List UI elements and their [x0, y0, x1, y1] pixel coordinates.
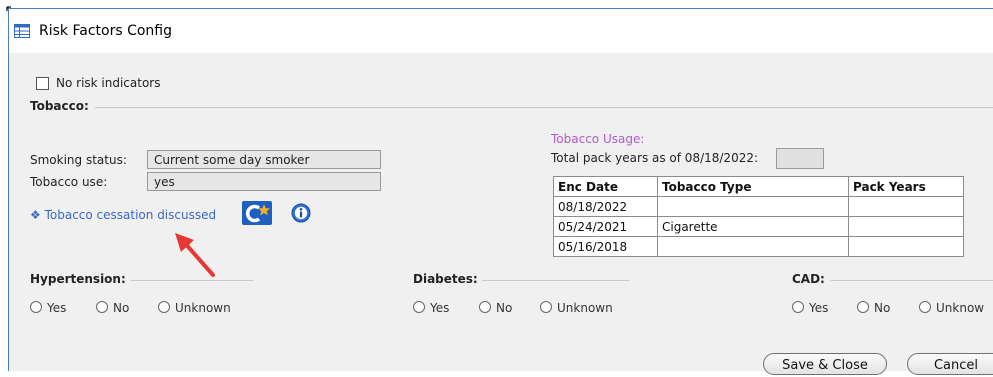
tobacco-use-field[interactable]: yes: [147, 172, 381, 191]
diamond-bullet-icon: ❖: [30, 208, 41, 222]
tobacco-divider: [95, 107, 993, 108]
radio-circle-icon: [792, 301, 804, 313]
radio-label: Unknown: [175, 301, 231, 315]
tobacco-use-label: Tobacco use:: [30, 175, 108, 189]
dialog-body: No risk indicators Tobacco: Smoking stat…: [9, 53, 993, 375]
save-close-button[interactable]: Save & Close: [763, 353, 887, 375]
title-bar: Risk Factors Config: [9, 9, 993, 53]
radio-circle-icon: [158, 301, 170, 313]
tobacco-usage-heading: Tobacco Usage:: [551, 132, 645, 146]
background-strip: [0, 0, 993, 4]
radio-circle-icon: [479, 301, 491, 313]
table-row[interactable]: 05/16/2018: [553, 236, 964, 257]
cad-label: CAD:: [792, 272, 825, 286]
diabetes-yes-radio[interactable]: Yes: [413, 301, 449, 315]
radio-circle-icon: [857, 301, 869, 313]
cessation-counseling-icon[interactable]: [242, 201, 272, 225]
radio-circle-icon: [413, 301, 425, 313]
cessation-link-text: Tobacco cessation discussed: [44, 208, 217, 222]
hypertension-yes-radio[interactable]: Yes: [30, 301, 66, 315]
cad-unknown-radio[interactable]: Unknow: [919, 301, 984, 315]
radio-circle-icon: [540, 301, 552, 313]
cessation-link[interactable]: ❖ Tobacco cessation discussed: [30, 208, 216, 222]
radio-label: No: [496, 301, 513, 315]
cell-pack-years[interactable]: [848, 236, 964, 257]
table-row[interactable]: 05/24/2021 Cigarette: [553, 216, 964, 237]
radio-label: Yes: [809, 301, 829, 315]
radio-label: No: [874, 301, 891, 315]
cell-enc-date: 08/18/2022: [553, 196, 658, 217]
cell-tobacco-type: [657, 236, 849, 257]
table-header-row: Enc Date Tobacco Type Pack Years: [553, 176, 964, 197]
table-window-icon: [14, 24, 30, 38]
risk-factors-dialog: Risk Factors Config No risk indicators T…: [8, 8, 993, 375]
cell-tobacco-type: [657, 196, 849, 217]
radio-label: Yes: [430, 301, 450, 315]
smoking-status-field[interactable]: Current some day smoker: [147, 150, 381, 169]
diabetes-divider: [482, 280, 629, 281]
cell-enc-date: 05/16/2018: [553, 236, 658, 257]
radio-label: Unknow: [936, 301, 985, 315]
radio-label: Unknown: [557, 301, 613, 315]
hypertension-no-radio[interactable]: No: [96, 301, 129, 315]
tobacco-section-label: Tobacco:: [30, 99, 89, 113]
column-header-tobacco-type[interactable]: Tobacco Type: [657, 176, 849, 197]
smoking-status-label: Smoking status:: [30, 153, 127, 167]
table-row[interactable]: 08/18/2022: [553, 196, 964, 217]
radio-label: No: [113, 301, 130, 315]
cancel-button[interactable]: Cancel: [907, 353, 993, 375]
column-header-pack-years[interactable]: Pack Years: [848, 176, 964, 197]
radio-circle-icon: [96, 301, 108, 313]
cell-pack-years[interactable]: [848, 196, 964, 217]
hypertension-unknown-radio[interactable]: Unknown: [158, 301, 231, 315]
diabetes-unknown-radio[interactable]: Unknown: [540, 301, 613, 315]
hypertension-divider: [131, 280, 253, 281]
no-risk-checkbox[interactable]: [36, 77, 49, 90]
window-title: Risk Factors Config: [39, 23, 172, 39]
hypertension-label: Hypertension:: [30, 272, 126, 286]
diabetes-label: Diabetes:: [413, 272, 478, 286]
diabetes-no-radio[interactable]: No: [479, 301, 512, 315]
total-pack-years-label: Total pack years as of 08/18/2022:: [551, 151, 759, 165]
total-pack-years-field[interactable]: [776, 148, 824, 169]
radio-circle-icon: [919, 301, 931, 313]
annotation-arrow-icon: [175, 233, 215, 277]
cad-yes-radio[interactable]: Yes: [792, 301, 828, 315]
radio-label: Yes: [47, 301, 67, 315]
cad-divider: [831, 280, 993, 281]
cad-no-radio[interactable]: No: [857, 301, 890, 315]
tobacco-usage-table: Enc Date Tobacco Type Pack Years 08/18/2…: [553, 176, 964, 257]
column-header-enc-date[interactable]: Enc Date: [553, 176, 658, 197]
radio-circle-icon: [30, 301, 42, 313]
cell-tobacco-type: Cigarette: [657, 216, 849, 237]
cell-enc-date: 05/24/2021: [553, 216, 658, 237]
cell-pack-years[interactable]: [848, 216, 964, 237]
no-risk-label: No risk indicators: [56, 76, 161, 90]
info-icon[interactable]: [291, 203, 311, 223]
